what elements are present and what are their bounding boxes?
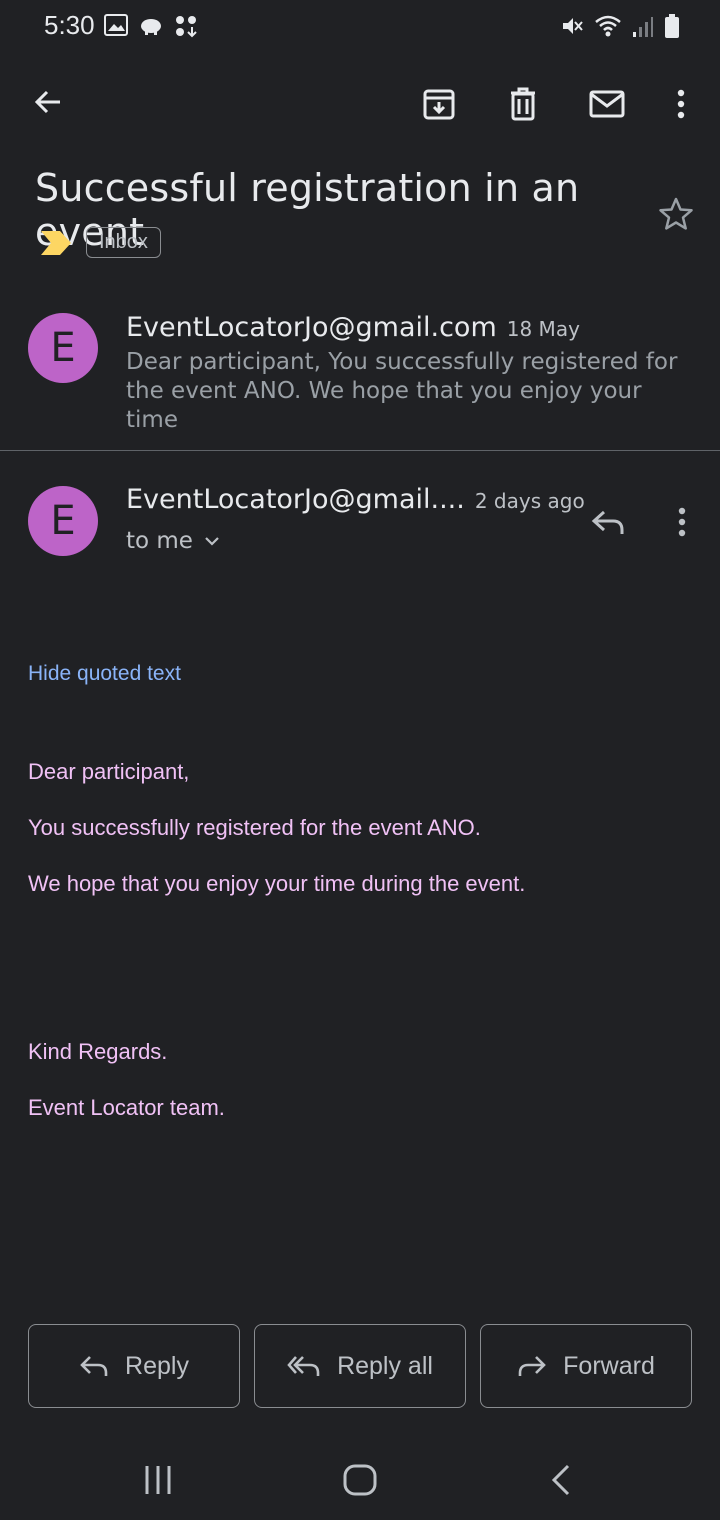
reply-icon-button[interactable] [580,494,636,550]
recipient-details-toggle[interactable]: to me [126,528,221,554]
body-line: Event Locator team. [28,1095,225,1120]
body-line: Kind Regards. [28,1039,168,1064]
archive-icon [423,89,455,120]
status-icons-right [560,14,680,38]
reply-button[interactable]: Reply [28,1324,240,1408]
status-time: 5:30 [44,10,95,40]
home-button[interactable] [342,1462,378,1503]
recent-apps-icon [145,1466,171,1494]
more-vert-icon [677,89,685,119]
divider [0,450,720,451]
mark-unread-button[interactable] [579,76,635,132]
archive-button[interactable] [411,76,467,132]
reply-all-label: Reply all [337,1351,433,1380]
collapsed-message[interactable]: E EventLocatorJo@gmail.com 18 May Dear p… [0,296,720,446]
reply-all-button[interactable]: Reply all [254,1324,466,1408]
message-snippet: Dear participant, You successfully regis… [126,349,678,433]
forward-label: Forward [563,1351,655,1380]
body-blank-line [28,926,525,954]
sender-name: EventLocatorJo@gmail.com [126,312,497,343]
body-blank-line [28,982,525,1010]
home-icon [343,1464,377,1496]
expanded-header: EventLocatorJo@gmail.... 2 days ago [126,484,585,515]
reply-icon [591,510,624,534]
app-notification-icon [176,16,197,38]
wifi-icon [595,15,621,37]
avatar: E [28,486,98,556]
reply-label: Reply [125,1351,189,1380]
arrow-left-icon [34,90,60,114]
back-button[interactable] [20,74,76,130]
chevron-left-icon [551,1464,570,1496]
body-line: We hope that you enjoy your time during … [28,871,526,896]
reply-icon [80,1356,108,1376]
label-row: Inbox [40,227,161,258]
message-date: 2 days ago [474,489,585,513]
star-button[interactable] [658,196,694,237]
recent-apps-button[interactable] [140,1462,176,1503]
body-line: You successfully registered for the even… [28,815,481,840]
hide-quoted-text-link[interactable]: Hide quoted text [28,662,181,686]
inbox-label-chip[interactable]: Inbox [86,227,161,258]
recipient-label: to me [126,528,193,554]
star-icon [659,197,693,230]
battery-icon [665,14,679,38]
message-body: Dear participant, You successfully regis… [28,730,525,1150]
system-nav-bar [0,1440,720,1520]
body-line: Dear participant, [28,759,190,784]
delete-button[interactable] [495,76,551,132]
collapsed-header: EventLocatorJo@gmail.com 18 May [126,312,580,343]
image-notification-icon [104,14,128,36]
sender-name: EventLocatorJo@gmail.... [126,484,465,515]
more-options-button[interactable] [653,76,709,132]
system-back-button[interactable] [544,1462,580,1503]
important-marker-icon[interactable] [40,230,72,256]
mute-icon [563,18,583,34]
more-vert-icon [678,507,686,537]
trash-icon [511,87,535,121]
chevron-down-icon [205,537,219,546]
message-date: 18 May [506,317,580,341]
avatar: E [28,313,98,383]
piggy-bank-icon [141,19,161,35]
status-icons-left [104,14,198,38]
mail-icon [589,90,625,118]
forward-button[interactable]: Forward [480,1324,692,1408]
forward-icon [518,1356,546,1376]
message-more-button[interactable] [654,494,710,550]
signal-icon [633,17,653,37]
reply-all-icon [287,1356,320,1376]
